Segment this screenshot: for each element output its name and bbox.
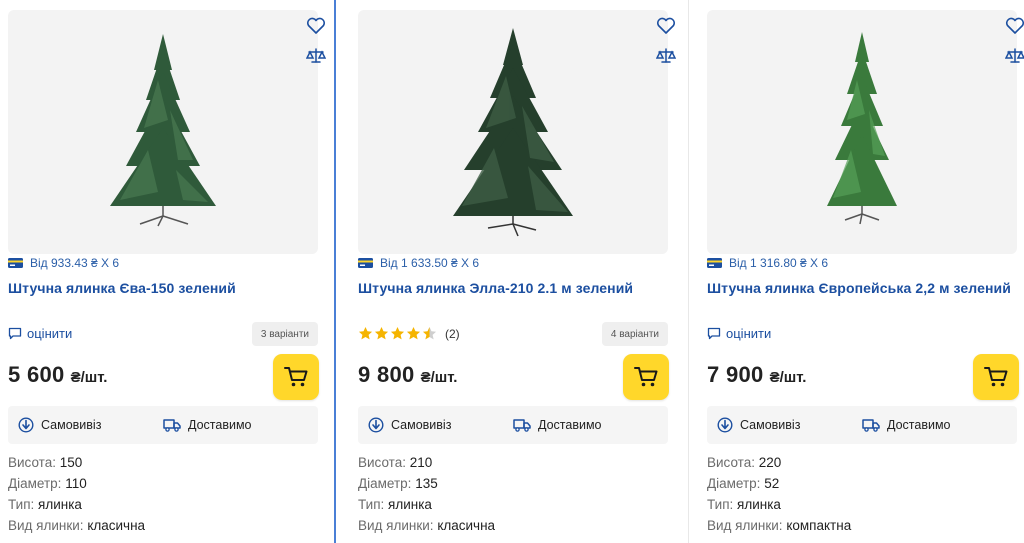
product-specs: Висота: 150 Діаметр: 110 Тип: ялинка Вид…: [8, 452, 145, 536]
price-unit: ₴/шт.: [70, 369, 108, 386]
price-unit: ₴/шт.: [769, 369, 807, 386]
product-card[interactable]: Від 1 316.80 ₴ X 6 Штучна ялинка Європей…: [707, 0, 1024, 543]
pickup-location-icon: [18, 417, 34, 433]
spec-row: Діаметр: 110: [8, 476, 87, 491]
spec-row: Вид ялинки: класична: [8, 518, 146, 533]
review-count[interactable]: (2): [445, 327, 460, 341]
product-image[interactable]: [358, 10, 668, 254]
truck-icon: [513, 419, 531, 432]
pickup-label: Самовивіз: [740, 418, 801, 432]
column-divider: [334, 0, 336, 543]
delivery-options: Самовивіз Доставимо: [358, 406, 668, 444]
price: 9 800 ₴/шт.: [358, 362, 457, 388]
spec-row: Висота: 220: [707, 455, 782, 470]
spec-row: Висота: 210: [358, 455, 433, 470]
rating-stars[interactable]: (2): [358, 326, 460, 341]
truck-icon: [862, 419, 880, 432]
price-amount: 7 900: [707, 362, 764, 387]
installment-text: Від 1 316.80 ₴ X 6: [729, 256, 829, 270]
product-image[interactable]: [8, 10, 318, 254]
price-unit: ₴/шт.: [420, 369, 458, 386]
tree-image: [827, 32, 897, 225]
truck-icon: [163, 419, 181, 432]
product-title[interactable]: Штучна ялинка Элла-210 2.1 м зелений: [358, 280, 668, 296]
comment-icon: [707, 327, 721, 340]
installment-text: Від 933.43 ₴ X 6: [30, 256, 120, 270]
delivery-option[interactable]: Доставимо: [862, 406, 951, 444]
price-amount: 5 600: [8, 362, 65, 387]
delivery-label: Доставимо: [538, 418, 602, 432]
compare-scales-icon[interactable]: [304, 45, 328, 67]
price: 5 600 ₴/шт.: [8, 362, 107, 388]
pickup-option[interactable]: Самовивіз: [717, 406, 800, 444]
price: 7 900 ₴/шт.: [707, 362, 806, 388]
variants-badge[interactable]: 3 варіанти: [251, 322, 318, 346]
spec-row: Тип: ялинка: [8, 497, 82, 512]
spec-row: Діаметр: 135: [358, 476, 438, 491]
add-to-cart-button[interactable]: [973, 354, 1019, 400]
variants-badge[interactable]: 4 варіанти: [601, 322, 668, 346]
product-specs: Висота: 220 Діаметр: 52 Тип: ялинка Вид …: [707, 452, 851, 536]
price-amount: 9 800: [358, 362, 415, 387]
pickup-option[interactable]: Самовивіз: [368, 406, 451, 444]
product-card[interactable]: Від 933.43 ₴ X 6 Штучна ялинка Єва-150 з…: [8, 0, 328, 543]
credit-card-icon: [8, 258, 23, 268]
credit-card-icon: [707, 258, 722, 268]
half-star-icon: [422, 326, 437, 340]
pickup-location-icon: [717, 417, 733, 433]
delivery-option[interactable]: Доставимо: [513, 406, 602, 444]
delivery-option[interactable]: Доставимо: [163, 406, 252, 444]
credit-card-icon: [358, 258, 373, 268]
delivery-label: Доставимо: [188, 418, 252, 432]
product-title[interactable]: Штучна ялинка Європейська 2,2 м зелений: [707, 280, 1017, 296]
rate-product-link[interactable]: оцінити: [707, 326, 771, 341]
product-grid: Від 933.43 ₴ X 6 Штучна ялинка Єва-150 з…: [0, 0, 1024, 543]
spec-row: Висота: 150: [8, 455, 83, 470]
star-icon: [374, 326, 389, 340]
spec-row: Тип: ялинка: [358, 497, 432, 512]
tree-image: [453, 28, 573, 237]
pickup-option[interactable]: Самовивіз: [18, 406, 101, 444]
cart-icon: [984, 367, 1008, 387]
rate-label: оцінити: [726, 326, 772, 341]
star-icon: [358, 326, 373, 340]
pickup-label: Самовивіз: [41, 418, 102, 432]
product-title[interactable]: Штучна ялинка Єва-150 зелений: [8, 280, 318, 296]
spec-row: Діаметр: 52: [707, 476, 780, 491]
rate-label: оцінити: [27, 326, 73, 341]
favorite-heart-icon[interactable]: [654, 15, 678, 37]
add-to-cart-button[interactable]: [623, 354, 669, 400]
add-to-cart-button[interactable]: [273, 354, 319, 400]
favorite-heart-icon[interactable]: [304, 15, 328, 37]
spec-row: Вид ялинки: класична: [358, 518, 496, 533]
pickup-label: Самовивіз: [391, 418, 452, 432]
favorite-heart-icon[interactable]: [1003, 15, 1024, 37]
pickup-location-icon: [368, 417, 384, 433]
installment-offer[interactable]: Від 1 316.80 ₴ X 6: [707, 254, 828, 272]
compare-scales-icon[interactable]: [654, 45, 678, 67]
delivery-label: Доставимо: [887, 418, 951, 432]
rate-product-link[interactable]: оцінити: [8, 326, 72, 341]
installment-text: Від 1 633.50 ₴ X 6: [380, 256, 480, 270]
spec-row: Тип: ялинка: [707, 497, 781, 512]
product-image[interactable]: [707, 10, 1017, 254]
delivery-options: Самовивіз Доставимо: [8, 406, 318, 444]
star-icon: [406, 326, 421, 340]
product-card[interactable]: Від 1 633.50 ₴ X 6 Штучна ялинка Элла-21…: [358, 0, 678, 543]
cart-icon: [284, 367, 308, 387]
column-divider: [688, 0, 689, 543]
installment-offer[interactable]: Від 933.43 ₴ X 6: [8, 254, 119, 272]
installment-offer[interactable]: Від 1 633.50 ₴ X 6: [358, 254, 479, 272]
star-icon: [390, 326, 405, 340]
cart-icon: [634, 367, 658, 387]
comment-icon: [8, 327, 22, 340]
tree-image: [110, 34, 216, 227]
compare-scales-icon[interactable]: [1003, 45, 1024, 67]
delivery-options: Самовивіз Доставимо: [707, 406, 1017, 444]
spec-row: Вид ялинки: компактна: [707, 518, 852, 533]
product-specs: Висота: 210 Діаметр: 135 Тип: ялинка Вид…: [358, 452, 495, 536]
